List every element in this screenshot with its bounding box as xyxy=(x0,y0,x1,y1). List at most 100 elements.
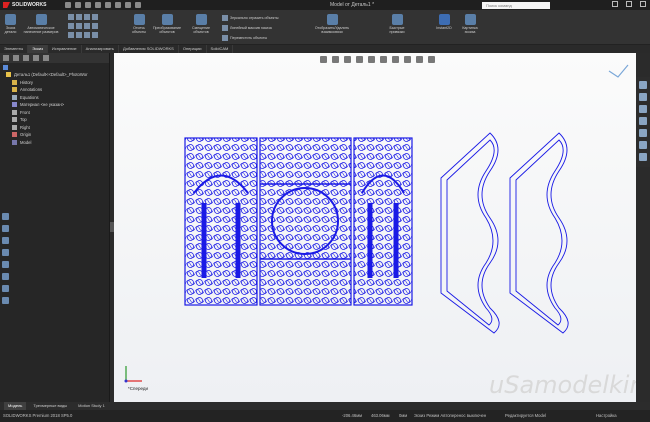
tab-sketch[interactable]: Эскиз xyxy=(28,45,48,53)
filter-icon xyxy=(3,64,8,70)
maximize-icon[interactable] xyxy=(626,1,632,7)
open-file-icon[interactable] xyxy=(75,2,81,8)
custom-properties-icon[interactable] xyxy=(639,153,647,161)
minimize-icon[interactable] xyxy=(612,1,618,7)
tree-item-top-plane[interactable]: Top xyxy=(12,116,109,124)
trim-entities-button[interactable]: Отсечь объекты xyxy=(128,14,150,34)
tree-item-origin[interactable]: Origin xyxy=(12,131,109,139)
view-palette-icon[interactable] xyxy=(639,129,647,137)
relations-icon xyxy=(326,14,338,25)
tool-icon[interactable] xyxy=(2,285,9,292)
dimxpert-icon[interactable] xyxy=(33,55,39,61)
tree-item-history[interactable]: History xyxy=(12,79,109,87)
property-manager-icon[interactable] xyxy=(13,55,19,61)
watermark-text: uSamodelkino.ru xyxy=(489,371,636,399)
view-orientation-label: *Спереди xyxy=(128,386,148,391)
display-relations-button[interactable]: Отобразить/Удалить взаимосвязи xyxy=(312,14,352,34)
search-input[interactable]: Поиск команд xyxy=(482,2,550,9)
tool-icon[interactable] xyxy=(2,213,9,220)
resources-icon[interactable] xyxy=(639,93,647,101)
tree-root[interactable]: Деталь1 (Default<<Default>_PhotoWor xyxy=(0,71,109,79)
confirmation-corner[interactable] xyxy=(608,64,629,78)
save-icon[interactable] xyxy=(85,2,91,8)
tree-item-annotations[interactable]: Annotations xyxy=(12,86,109,94)
tree-item-equations[interactable]: Equations xyxy=(12,94,109,102)
sketch-geometry xyxy=(184,64,629,334)
tree-item-model-sketch[interactable]: Model xyxy=(12,139,109,147)
tab-features[interactable]: Элементы xyxy=(0,45,29,53)
sketch-picture-button[interactable]: Картинка эскиза xyxy=(458,14,482,34)
linear-pattern-button[interactable]: Линейный массив эскиза xyxy=(222,25,272,31)
ornament-right-panel xyxy=(353,137,413,306)
appearances-icon[interactable] xyxy=(639,141,647,149)
smart-dimension-button[interactable]: Автоматическое нанесение размеров xyxy=(20,14,62,34)
quick-snaps-button[interactable]: Быстрые привязки xyxy=(386,14,408,34)
axis-triad xyxy=(124,366,142,383)
line-tools[interactable] xyxy=(68,14,98,20)
tab-solidcam[interactable]: SolidCAM xyxy=(207,45,234,53)
tab-analyze[interactable]: Анализировать xyxy=(82,45,119,53)
offset-entities-button[interactable]: Смещение объектов xyxy=(188,14,214,34)
document-title: Model от Деталь1 * xyxy=(330,2,375,8)
app-name: SOLIDWORKS xyxy=(12,2,47,8)
convert-entities-button[interactable]: Преобразование объектов xyxy=(152,14,182,34)
tab-operations[interactable]: Операции xyxy=(179,45,207,53)
tool-icon[interactable] xyxy=(2,225,9,232)
new-file-icon[interactable] xyxy=(65,2,71,8)
status-y-coordinate: 463.06мм xyxy=(371,413,390,418)
ornament-center-panel xyxy=(259,137,352,306)
graphics-area[interactable]: *Спереди uSamodelkino.ru xyxy=(114,53,636,402)
command-manager: Эскиз детали Автоматическое нанесение ра… xyxy=(0,10,650,45)
annotations-icon xyxy=(12,87,17,93)
tree-filter[interactable] xyxy=(0,63,109,71)
undo-icon[interactable] xyxy=(105,2,111,8)
tab-3d-views[interactable]: Трехмерные виды xyxy=(29,402,71,410)
tool-icon[interactable] xyxy=(2,237,9,244)
tool-icon[interactable] xyxy=(2,261,9,268)
sketch-tools-strip xyxy=(2,213,9,304)
move-entities-button[interactable]: Переместить объекты xyxy=(222,35,267,41)
select-icon[interactable] xyxy=(115,2,121,8)
mirror-entities-button[interactable]: Зеркально отразить объекты xyxy=(222,15,279,21)
display-manager-icon[interactable] xyxy=(43,55,49,61)
plane-icon xyxy=(12,124,17,130)
arc-tools[interactable] xyxy=(68,32,98,38)
rebuild-icon[interactable] xyxy=(125,2,131,8)
rectangle-tools[interactable] xyxy=(68,23,98,29)
design-library-icon[interactable] xyxy=(639,105,647,113)
offset-icon xyxy=(195,14,207,25)
convert-icon xyxy=(161,14,173,25)
file-explorer-icon[interactable] xyxy=(639,117,647,125)
instant2d-icon xyxy=(438,14,450,25)
tab-evaluate-fix[interactable]: Исправление xyxy=(48,45,82,53)
tab-model[interactable]: Модель xyxy=(4,402,27,410)
tree-item-right-plane[interactable]: Right xyxy=(12,124,109,132)
snaps-icon xyxy=(391,14,403,25)
tool-icon[interactable] xyxy=(2,249,9,256)
sketch-icon xyxy=(12,139,17,145)
tree-item-front-plane[interactable]: Front xyxy=(12,109,109,117)
status-settings[interactable]: Настройка xyxy=(596,413,617,418)
solidworks-logo-icon xyxy=(3,2,10,8)
task-pane-tabs xyxy=(636,77,650,167)
status-bar: SOLIDWORKS Premium 2018 SP5.0 -206.46мм … xyxy=(0,410,650,422)
feature-tree-icon[interactable] xyxy=(3,55,9,61)
sketch-button[interactable]: Эскиз детали xyxy=(3,14,18,34)
part-icon xyxy=(6,72,11,78)
tool-icon[interactable] xyxy=(2,273,9,280)
tab-motion-study[interactable]: Motion Study 1 xyxy=(74,402,109,410)
print-icon[interactable] xyxy=(95,2,101,8)
wavy-profile-right xyxy=(509,132,569,334)
tool-icon[interactable] xyxy=(2,297,9,304)
tree-item-material[interactable]: Материал <не указан> xyxy=(12,101,109,109)
folder-icon xyxy=(12,79,17,85)
plane-icon xyxy=(12,109,17,115)
instant2d-button[interactable]: Instant2D xyxy=(433,14,455,30)
picture-icon xyxy=(464,14,476,25)
tab-addins[interactable]: Добавления SOLIDWORKS xyxy=(119,45,179,53)
home-icon[interactable] xyxy=(639,81,647,89)
options-icon[interactable] xyxy=(135,2,141,8)
configuration-icon[interactable] xyxy=(23,55,29,61)
wavy-profile-left xyxy=(440,132,500,334)
close-icon[interactable] xyxy=(640,1,646,7)
